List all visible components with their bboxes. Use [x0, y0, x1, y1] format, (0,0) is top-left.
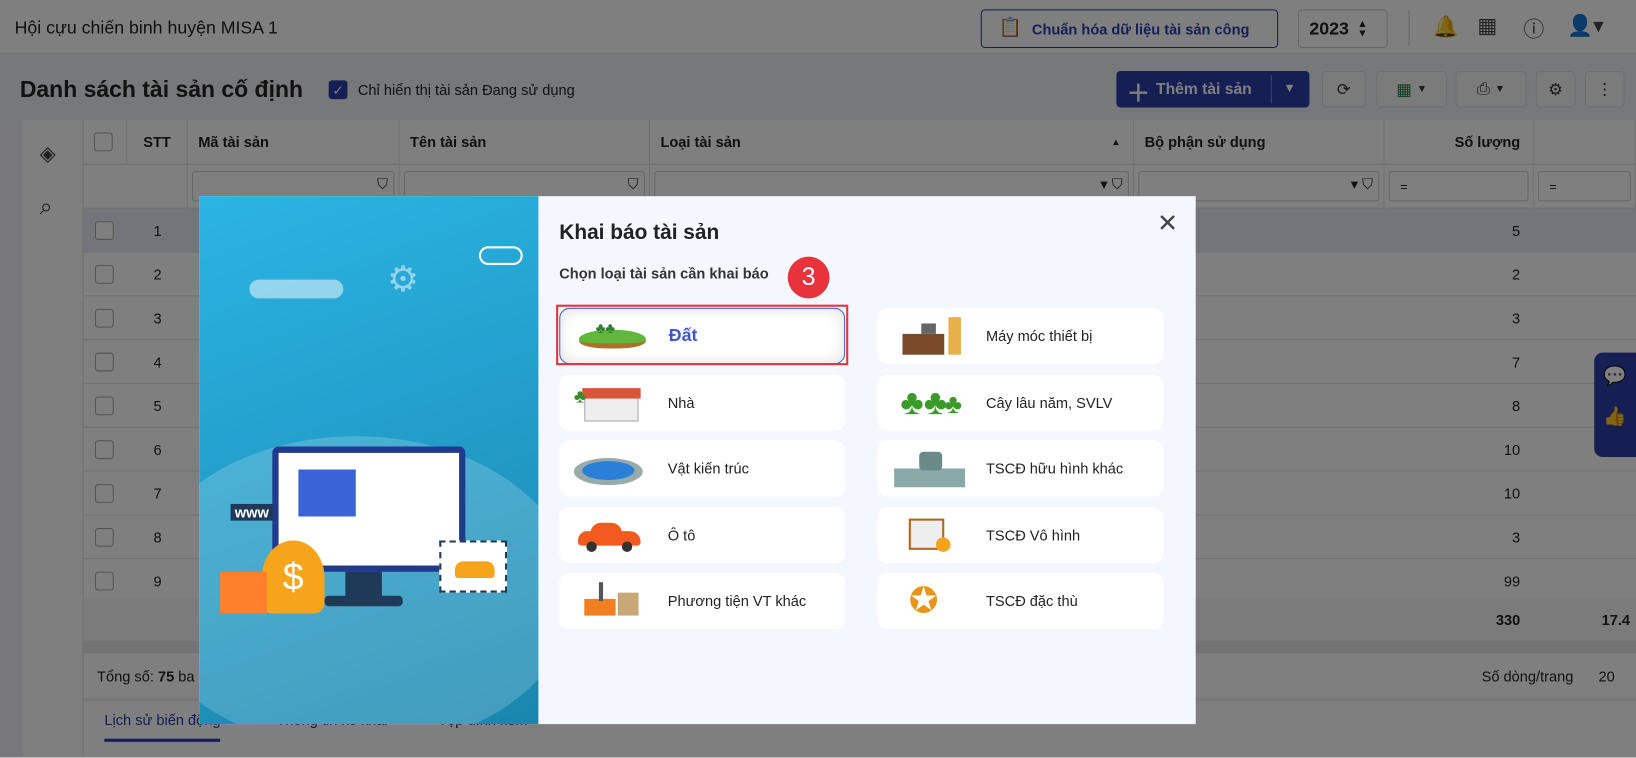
dialog-illustration: ⚙ ⚙ www $ [199, 196, 539, 725]
asset-type-illustration-icon [572, 580, 651, 622]
declare-asset-dialog: ⚙ ⚙ www $ Khai báo tài sản Chọn loại tài… [199, 196, 1196, 725]
asset-type-illustration-icon: ♣♣ ♣ [900, 382, 963, 423]
asset-type-illustration-icon: ♣ [572, 381, 651, 423]
asset-type-option[interactable]: TSCĐ hữu hình khác [877, 440, 1164, 497]
asset-type-option[interactable]: Ô tô [559, 506, 846, 563]
selection-highlight [556, 304, 849, 366]
asset-type-label: TSCĐ Vô hình [985, 526, 1081, 544]
asset-type-option[interactable]: Máy móc thiết bị [877, 307, 1164, 365]
close-icon[interactable]: ✕ [1157, 209, 1178, 239]
illustration-www: www [230, 503, 274, 521]
asset-type-label: Vật kiến trúc [667, 460, 749, 477]
asset-type-illustration-icon [572, 514, 651, 556]
asset-type-label: TSCĐ đặc thù [985, 592, 1078, 610]
asset-type-label: Phương tiện VT khác [667, 592, 807, 610]
asset-type-option[interactable]: TSCĐ Vô hình [877, 506, 1164, 563]
asset-type-label: TSCĐ hữu hình khác [985, 460, 1124, 477]
asset-type-illustration-icon [890, 514, 969, 556]
dialog-subtitle: Chọn loại tài sản cần khai báo [559, 265, 769, 282]
asset-type-illustration-icon: ✪ [908, 581, 939, 621]
asset-type-illustration-icon [890, 315, 969, 357]
asset-type-illustration-icon [890, 448, 969, 490]
asset-type-label: Ô tô [667, 526, 696, 544]
step-badge: 3 [787, 256, 830, 299]
asset-type-option[interactable]: Vật kiến trúc [559, 440, 846, 497]
asset-type-option[interactable]: ✪ TSCĐ đặc thù [877, 572, 1164, 630]
asset-type-label: Cây lâu năm, SVLV [985, 393, 1113, 411]
asset-type-illustration-icon [572, 448, 651, 490]
asset-type-option[interactable]: ♣ Nhà [559, 374, 846, 431]
asset-type-option[interactable]: Phương tiện VT khác [559, 572, 846, 630]
dialog-title: Khai báo tài sản [559, 221, 720, 245]
asset-type-label: Máy móc thiết bị [985, 327, 1093, 345]
asset-type-label: Nhà [667, 393, 695, 411]
asset-type-option[interactable]: ♣♣ ♣ Cây lâu năm, SVLV [877, 374, 1164, 431]
